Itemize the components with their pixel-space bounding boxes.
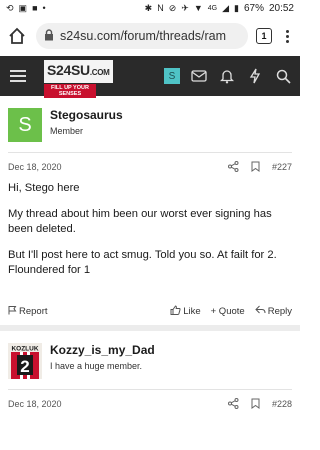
address-bar[interactable]: s24su.com/forum/threads/ram xyxy=(36,23,248,49)
mute-icon: ⊘ xyxy=(168,2,177,13)
browser-menu-icon[interactable] xyxy=(280,29,294,43)
browser-toolbar: s24su.com/forum/threads/ram 1 xyxy=(0,16,300,56)
logo-tagline: FILL UP YOUR SENSES xyxy=(44,84,96,98)
username[interactable]: Stegosaurus xyxy=(50,108,123,122)
post-paragraph: Hi, Stego here xyxy=(8,182,80,194)
post-body: Hi, Stego here My thread about him been … xyxy=(8,181,292,297)
sync-icon: ⟲ xyxy=(6,2,14,13)
bookmark-icon[interactable] xyxy=(251,161,260,174)
user-avatar-button[interactable]: S xyxy=(164,68,180,84)
clock: 20:52 xyxy=(268,2,294,14)
post-date[interactable]: Dec 18, 2020 xyxy=(8,162,62,172)
battery-percent: 67% xyxy=(243,2,264,14)
reply-arrow-icon xyxy=(254,305,266,318)
more-dots-icon: • xyxy=(42,2,46,13)
wifi-icon: ▼ xyxy=(193,2,203,13)
thread-content: S Stegosaurus Member Dec 18, 2020 #227 H… xyxy=(0,96,300,418)
status-bar: ⟲ ▣ ■ • ✱ N ⊘ ✈ ▼ 4G ◢ ▮ 67% 20:52 xyxy=(0,0,300,16)
status-right: ✱ N ⊘ ✈ ▼ 4G ◢ ▮ 67% 20:52 xyxy=(145,3,294,14)
hamburger-menu-icon[interactable] xyxy=(10,70,26,82)
battery-icon: ▮ xyxy=(234,2,239,13)
avatar-shirt-name: KOZLUK xyxy=(11,346,38,353)
thumbs-up-icon xyxy=(170,304,181,318)
site-header: S24SU.COM FILL UP YOUR SENSES S xyxy=(0,56,300,98)
lock-icon xyxy=(44,28,54,44)
post-header: S Stegosaurus Member xyxy=(8,96,292,153)
quote-button[interactable]: + Quote xyxy=(211,305,245,318)
post-number[interactable]: #227 xyxy=(272,162,292,172)
post-228: 2 KOZLUK Kozzy_is_my_Dad I have a huge m… xyxy=(0,331,300,418)
share-icon[interactable] xyxy=(227,160,239,174)
bookmark-icon[interactable] xyxy=(251,398,260,411)
bluetooth-icon: ✱ xyxy=(144,2,153,13)
post-meta: Dec 18, 2020 #228 xyxy=(8,390,292,418)
lightning-icon[interactable] xyxy=(246,67,264,85)
avatar[interactable]: 2 KOZLUK xyxy=(8,343,42,379)
user-title: Member xyxy=(50,126,84,136)
reply-button[interactable]: Reply xyxy=(254,305,292,318)
like-button[interactable]: Like xyxy=(170,304,201,318)
post-number[interactable]: #228 xyxy=(272,399,292,409)
nfc-icon: N xyxy=(157,2,164,13)
signal-icon: ◢ xyxy=(222,2,229,13)
username[interactable]: Kozzy_is_my_Dad xyxy=(50,343,155,357)
network-type: 4G xyxy=(207,4,218,12)
logo-text: S24SU.COM xyxy=(44,60,113,83)
status-left: ⟲ ▣ ■ • xyxy=(6,2,46,13)
avatar-shirt-number: 2 xyxy=(20,357,29,376)
share-icon[interactable] xyxy=(227,397,239,411)
airplane-icon: ✈ xyxy=(181,2,189,13)
post-actions: Report Like + Quote Reply xyxy=(8,297,292,325)
avatar[interactable]: S xyxy=(8,108,42,142)
post-date[interactable]: Dec 18, 2020 xyxy=(8,399,62,409)
post-paragraph: My thread about him been our worst ever … xyxy=(8,208,272,235)
site-logo[interactable]: S24SU.COM FILL UP YOUR SENSES xyxy=(44,60,113,98)
post-227: S Stegosaurus Member Dec 18, 2020 #227 H… xyxy=(0,96,300,331)
user-title: I have a huge member. xyxy=(50,361,143,371)
inbox-icon[interactable] xyxy=(190,67,208,85)
post-paragraph: But I'll post here to act smug. Told you… xyxy=(8,249,277,276)
notification-icon: ■ xyxy=(32,2,38,13)
url-text: s24su.com/forum/threads/ram xyxy=(60,29,227,43)
search-icon[interactable] xyxy=(274,67,292,85)
image-icon: ▣ xyxy=(18,2,28,13)
report-flag-icon xyxy=(8,305,17,318)
bell-icon[interactable] xyxy=(218,67,236,85)
post-meta: Dec 18, 2020 #227 xyxy=(8,153,292,181)
post-header: 2 KOZLUK Kozzy_is_my_Dad I have a huge m… xyxy=(8,331,292,390)
report-button[interactable]: Report xyxy=(8,305,48,318)
home-icon[interactable] xyxy=(6,25,28,47)
tab-switcher-button[interactable]: 1 xyxy=(256,28,272,44)
header-nav-icons: S xyxy=(164,56,292,96)
